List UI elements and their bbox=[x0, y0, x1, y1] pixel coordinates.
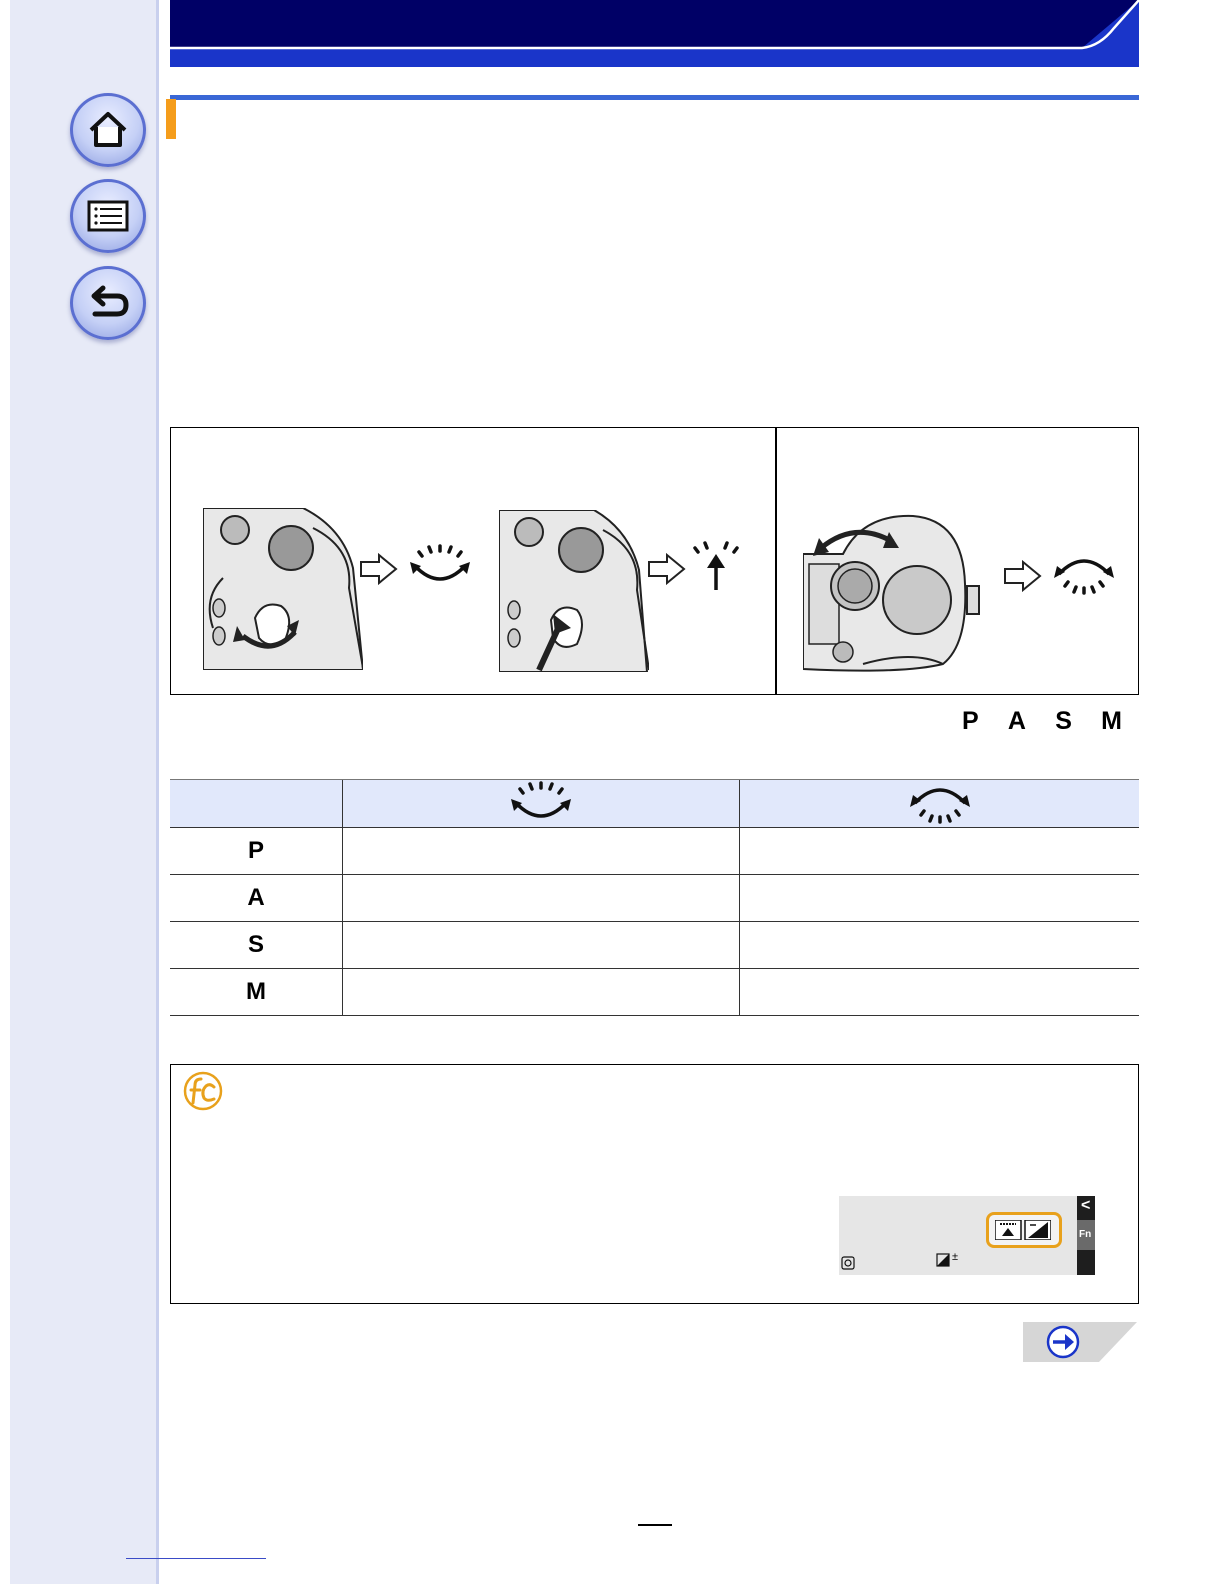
home-icon bbox=[89, 112, 127, 147]
table-header-cell bbox=[170, 779, 343, 828]
table-header-cell bbox=[739, 779, 1139, 828]
rear-dial-cell bbox=[342, 921, 740, 969]
table-header-cell bbox=[342, 779, 740, 828]
rear-dial-cell bbox=[342, 968, 740, 1016]
mode-letter: P bbox=[962, 707, 979, 735]
front-dial-cell bbox=[739, 874, 1139, 922]
front-dial-cell bbox=[739, 968, 1139, 1016]
front-dial-cell bbox=[739, 921, 1139, 969]
front-dial-icon bbox=[909, 787, 970, 824]
rear-dial-cell bbox=[342, 874, 740, 922]
rear-dial-rotate-illustration bbox=[203, 508, 363, 670]
table-row: A bbox=[170, 874, 1139, 922]
section-rule bbox=[170, 95, 1139, 100]
highlight-frame bbox=[986, 1212, 1062, 1248]
menu-list-icon bbox=[87, 200, 129, 232]
footer-rule bbox=[126, 1558, 266, 1559]
mode-letters: P A S M bbox=[962, 707, 1122, 737]
next-page-button[interactable] bbox=[1023, 1322, 1139, 1362]
rear-dial-icon bbox=[511, 780, 571, 818]
table-header-row bbox=[170, 779, 1139, 828]
front-dial-cell bbox=[739, 827, 1139, 875]
rear-dial-press-icon bbox=[693, 541, 739, 590]
home-button[interactable] bbox=[70, 93, 146, 167]
mode-cell: P bbox=[170, 827, 343, 875]
touch-screen-thumbnail: ± < Fn bbox=[839, 1196, 1095, 1275]
mode-letter: A bbox=[1007, 707, 1026, 735]
page-number-rule bbox=[638, 1524, 672, 1526]
rear-dial-cell bbox=[342, 827, 740, 875]
arrow-right-icon bbox=[1004, 560, 1042, 592]
dial-function-table: P A S M bbox=[170, 779, 1139, 1016]
exposure-compensation-icon bbox=[936, 1253, 950, 1267]
return-icon bbox=[91, 285, 129, 317]
front-dial-icon bbox=[1054, 559, 1114, 595]
mode-cell: M bbox=[170, 968, 343, 1016]
table-row: S bbox=[170, 921, 1139, 969]
rear-dial-press-illustration bbox=[499, 510, 649, 672]
custom-fc-icon bbox=[183, 1071, 223, 1111]
table-row: M bbox=[170, 968, 1139, 1016]
dial-illustration-box bbox=[170, 427, 1139, 695]
exposure-mark: ± bbox=[952, 1251, 959, 1263]
mode-cell: S bbox=[170, 921, 343, 969]
rear-dial-icon bbox=[410, 544, 470, 581]
mode-cell: A bbox=[170, 874, 343, 922]
page-header-bar bbox=[170, 0, 1140, 67]
fn-label: Fn bbox=[1079, 1229, 1092, 1240]
tab-arrow: < bbox=[1081, 1197, 1091, 1214]
menu-button[interactable] bbox=[70, 179, 146, 253]
fn-tab[interactable]: < Fn bbox=[1077, 1196, 1095, 1275]
front-dial-illustration bbox=[803, 514, 980, 672]
back-button[interactable] bbox=[70, 266, 146, 340]
mode-icon bbox=[841, 1256, 855, 1270]
mode-letter: M bbox=[1101, 707, 1122, 735]
table-row: P bbox=[170, 827, 1139, 875]
custom-setting-note-box: ± < Fn bbox=[170, 1064, 1139, 1304]
mode-letter: S bbox=[1055, 707, 1072, 735]
section-title-bar bbox=[166, 95, 1139, 141]
section-accent bbox=[166, 99, 176, 139]
diagram-divider bbox=[775, 428, 777, 694]
dial-operation-switch-icon bbox=[995, 1220, 1051, 1240]
arrow-right-icon bbox=[360, 553, 398, 585]
arrow-right-icon bbox=[648, 553, 686, 585]
